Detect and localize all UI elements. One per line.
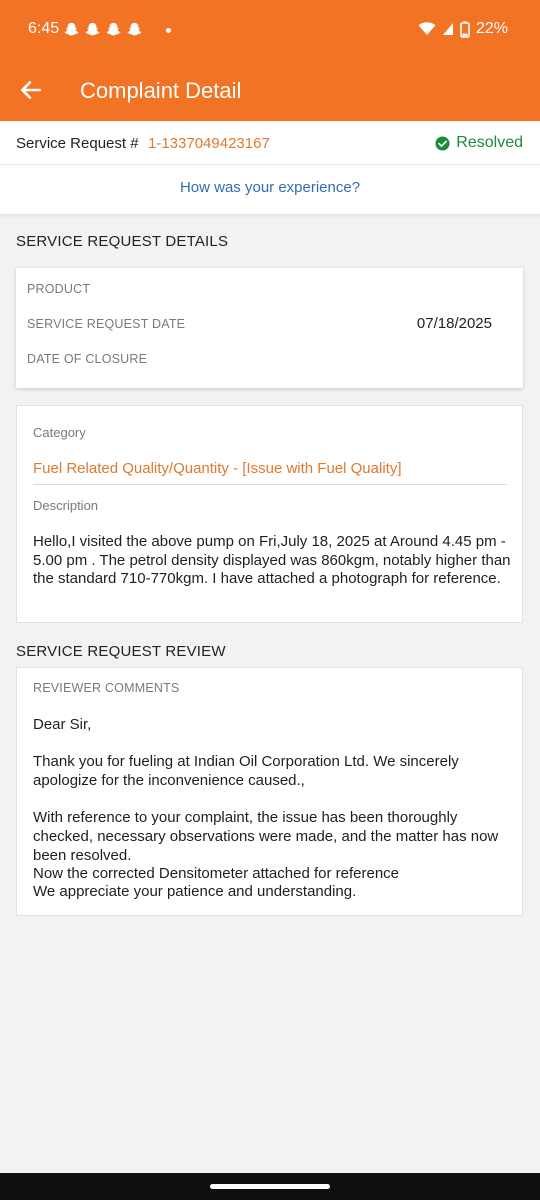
review-paragraph-2: With reference to your complaint, the is… — [33, 809, 499, 864]
status-right: 22% — [418, 20, 508, 38]
request-date-label: SERVICE REQUEST DATE — [27, 317, 186, 331]
review-card: REVIEWER COMMENTS Dear Sir, Thank you fo… — [16, 667, 523, 916]
category-label: Category — [33, 425, 86, 440]
status-time: 6:45 — [28, 20, 60, 37]
details-heading: SERVICE REQUEST DETAILS — [16, 233, 229, 250]
cell-signal-icon — [442, 23, 453, 35]
category-value: Fuel Related Quality/Quantity - [Issue w… — [33, 460, 402, 477]
review-heading: SERVICE REQUEST REVIEW — [16, 643, 226, 660]
navigation-bar — [0, 1173, 540, 1200]
snapchat-ghost-icon — [64, 22, 79, 36]
app-bar: Complaint Detail — [0, 60, 540, 121]
review-line-4: We appreciate your patience and understa… — [33, 883, 357, 900]
snapchat-ghost-icon — [85, 22, 100, 36]
category-card: Category Fuel Related Quality/Quantity -… — [16, 405, 523, 623]
notification-dot — [166, 28, 171, 33]
divider — [33, 484, 507, 485]
page-title: Complaint Detail — [80, 78, 242, 103]
home-gesture-handle[interactable] — [210, 1184, 330, 1189]
description-text: Hello,I visited the above pump on Fri,Ju… — [33, 533, 511, 587]
review-greeting: Dear Sir, — [33, 716, 92, 733]
closure-date-label: DATE OF CLOSURE — [27, 352, 148, 366]
review-paragraph-1: Thank you for fueling at Indian Oil Corp… — [33, 753, 459, 789]
service-request-label: Service Request # — [16, 135, 139, 152]
product-label: PRODUCT — [27, 282, 91, 296]
experience-row: How was your experience? — [0, 165, 540, 214]
battery-percent: 22% — [475, 20, 508, 37]
snapchat-ghost-icon — [106, 22, 121, 36]
service-request-number: 1-1337049423167 — [148, 135, 270, 152]
details-card: PRODUCT SERVICE REQUEST DATE 07/18/2025 … — [16, 268, 523, 388]
status-bar: 6:45 22% — [0, 0, 540, 60]
check-circle-icon — [435, 135, 450, 151]
reviewer-comments-label: REVIEWER COMMENTS — [33, 681, 180, 695]
request-date-value: 07/18/2025 — [416, 315, 492, 332]
experience-link[interactable]: How was your experience? — [0, 179, 540, 196]
review-line-3: Now the corrected Densitometer attached … — [33, 865, 400, 882]
description-label: Description — [33, 498, 99, 513]
service-request-row: Service Request # 1-1337049423167 Resolv… — [0, 121, 540, 165]
arrow-left-icon[interactable] — [18, 77, 44, 103]
wifi-icon — [418, 22, 436, 35]
status-badge: Resolved — [435, 134, 523, 152]
notification-icons — [64, 21, 142, 37]
battery-icon — [460, 20, 470, 38]
status-text: Resolved — [456, 134, 523, 151]
snapchat-ghost-icon — [127, 22, 142, 36]
